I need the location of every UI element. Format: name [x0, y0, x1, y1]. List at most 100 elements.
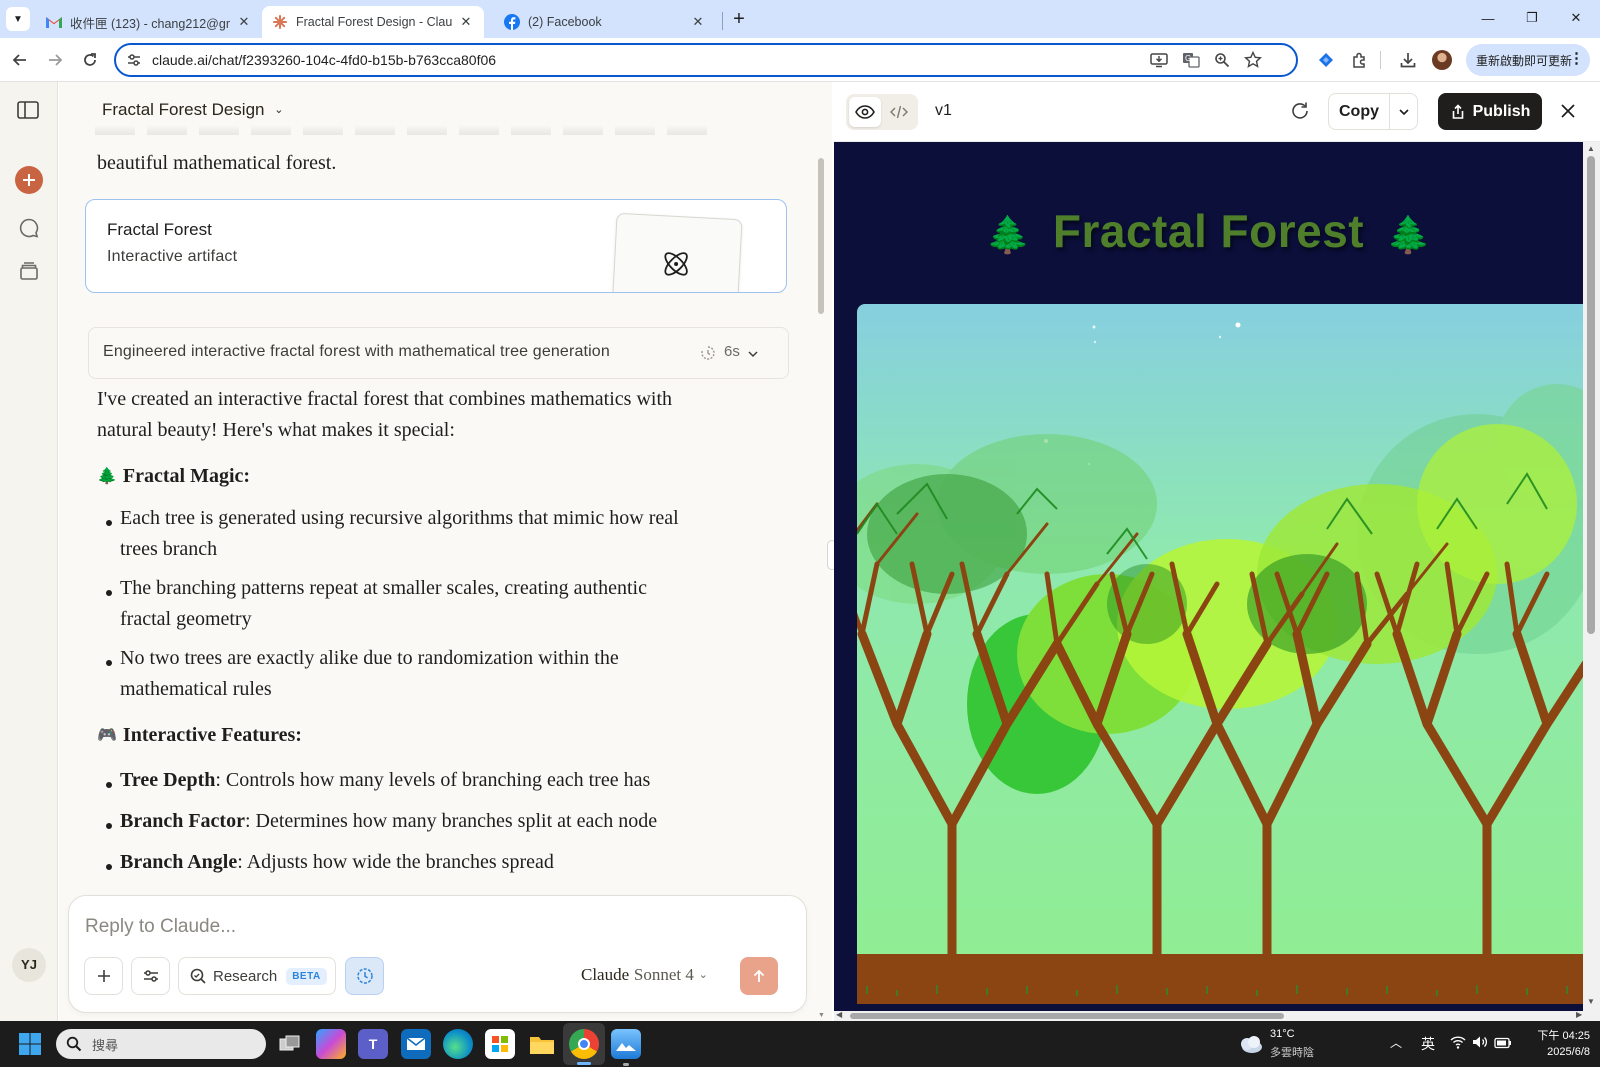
model-selector[interactable]: Claude Sonnet 4 ⌄ — [581, 965, 708, 985]
chat-scrollbar[interactable] — [818, 158, 824, 314]
weather-description: 多雲時陰 — [1270, 1047, 1314, 1059]
add-attachment-button[interactable] — [84, 957, 123, 995]
volume-icon[interactable] — [1472, 1035, 1488, 1054]
copy-button[interactable]: Copy — [1329, 94, 1389, 129]
ime-indicator[interactable]: 英 — [1421, 1034, 1435, 1054]
taskbar-search[interactable]: 搜尋 — [56, 1029, 266, 1059]
install-app-icon[interactable] — [1150, 52, 1168, 68]
scroll-up-arrow[interactable]: ▲ — [1587, 144, 1595, 153]
teams-icon[interactable]: T — [358, 1029, 388, 1059]
user-avatar[interactable]: YJ — [12, 948, 46, 982]
reload-button[interactable] — [76, 46, 104, 74]
extension-blue-icon[interactable] — [1312, 46, 1340, 74]
forest-title: 🌲 Fractal Forest 🌲 — [834, 204, 1583, 258]
close-artifact-button[interactable] — [1558, 101, 1580, 123]
bullet-dot — [106, 782, 112, 788]
show-hidden-icons[interactable]: ︿ — [1390, 1034, 1402, 1051]
publish-button[interactable]: Publish — [1438, 93, 1542, 130]
artifact-thumbnail — [611, 212, 743, 292]
preview-vertical-scrollbar[interactable]: ▲ ▼ — [1583, 142, 1600, 1011]
task-view-icon[interactable] — [275, 1029, 305, 1059]
minimize-button[interactable]: — — [1466, 0, 1510, 36]
battery-icon[interactable] — [1494, 1036, 1512, 1054]
chrome-center-dot — [578, 1038, 590, 1050]
artifact-version[interactable]: v1 — [935, 102, 952, 120]
file-explorer-icon[interactable] — [527, 1029, 557, 1059]
mail-icon[interactable] — [401, 1029, 431, 1059]
site-info-icon[interactable] — [126, 52, 142, 68]
chevron-down-icon: ⌄ — [698, 969, 708, 981]
artifact-preview-frame: 🌲 Fractal Forest 🌲 — [834, 142, 1583, 1011]
edge-icon[interactable] — [443, 1029, 473, 1059]
tab-facebook[interactable]: (2) Facebook ✕ — [494, 6, 716, 38]
send-button[interactable] — [740, 957, 778, 995]
projects-button[interactable] — [18, 260, 40, 282]
restore-button[interactable]: ❐ — [1510, 0, 1554, 36]
start-button[interactable] — [18, 1032, 42, 1056]
vertical-scroll-thumb[interactable] — [1587, 156, 1595, 634]
bullet-dot — [106, 590, 112, 596]
copilot-icon[interactable] — [316, 1029, 346, 1059]
faded-text-remnant — [95, 125, 715, 135]
model-brand: Claude — [581, 965, 630, 984]
update-restart-button[interactable]: 重新啟動即可更新 ⋮ — [1466, 44, 1590, 76]
artifact-panel: v1 Copy Publish 🌲 Fractal Forest 🌲 ▲ ▼ ◀… — [834, 82, 1600, 1021]
forest-canvas[interactable] — [857, 304, 1583, 1004]
bullet-3-line2: mathematical rules — [120, 678, 272, 700]
chats-button[interactable] — [18, 217, 40, 239]
research-button[interactable]: Research BETA — [178, 957, 336, 995]
chat-scroll-down-arrow[interactable]: ▼ — [818, 1012, 826, 1019]
photos-icon[interactable] — [611, 1029, 641, 1059]
chat-panel: Fractal Forest Design ⌄ beautiful mathem… — [59, 82, 832, 1021]
copy-options-button[interactable] — [1389, 94, 1417, 129]
chat-title-button[interactable]: Fractal Forest Design ⌄ — [102, 100, 283, 120]
chrome-icon[interactable] — [569, 1029, 599, 1059]
scroll-left-arrow[interactable]: ◀ — [836, 1010, 842, 1019]
translate-icon[interactable]: G — [1182, 52, 1200, 68]
store-icon[interactable] — [485, 1029, 515, 1059]
tools-button[interactable] — [131, 957, 170, 995]
game-controller-emoji-icon: 🎮 — [97, 727, 117, 744]
close-icon[interactable]: ✕ — [236, 14, 252, 30]
chat-title: Fractal Forest Design — [102, 100, 265, 119]
close-icon[interactable]: ✕ — [458, 14, 474, 30]
refresh-artifact-button[interactable] — [1289, 100, 1313, 124]
horizontal-scroll-thumb[interactable] — [850, 1013, 1284, 1019]
tab-search-button[interactable]: ▼ — [6, 7, 30, 31]
chevron-down-icon: ▼ — [13, 13, 23, 25]
reply-input[interactable]: Reply to Claude... — [85, 916, 785, 944]
thinking-summary[interactable]: Engineered interactive fractal forest wi… — [88, 327, 789, 379]
wifi-icon[interactable] — [1450, 1035, 1466, 1054]
weather-widget[interactable]: 31°C 多雲時陰 — [1238, 1027, 1338, 1061]
close-icon[interactable]: ✕ — [690, 14, 706, 30]
window-close-button[interactable]: ✕ — [1554, 0, 1598, 36]
toggle-sidebar-button[interactable] — [17, 101, 41, 123]
download-icon[interactable] — [1394, 46, 1422, 74]
zoom-icon[interactable] — [1214, 52, 1230, 68]
new-chat-button[interactable] — [15, 166, 43, 194]
preview-horizontal-scrollbar[interactable]: ◀ ▶ — [834, 1010, 1600, 1021]
more-menu-icon[interactable]: ⋮ — [1569, 48, 1584, 70]
intro-tail-text: beautiful mathematical forest. — [97, 152, 337, 174]
back-button[interactable] — [6, 46, 34, 74]
profile-avatar[interactable] — [1432, 50, 1452, 70]
new-tab-button[interactable]: + — [728, 6, 750, 32]
code-tab[interactable] — [883, 97, 915, 127]
bookmark-star-icon[interactable] — [1243, 50, 1263, 69]
url-text: claude.ai/chat/f2393260-104c-4fd0-b15b-b… — [152, 52, 497, 68]
scroll-down-arrow[interactable]: ▼ — [1587, 997, 1595, 1006]
tab-gmail[interactable]: 收件匣 (123) - chang212@gm ✕ — [36, 6, 262, 38]
extensions-puzzle-icon[interactable] — [1346, 46, 1374, 74]
address-bar[interactable]: claude.ai/chat/f2393260-104c-4fd0-b15b-b… — [114, 43, 1298, 77]
extended-thinking-button[interactable] — [345, 957, 384, 995]
preview-tab[interactable] — [849, 97, 881, 127]
forward-button[interactable] — [41, 46, 69, 74]
scroll-right-arrow[interactable]: ▶ — [1576, 1010, 1582, 1019]
chrome-active-indicator — [577, 1062, 591, 1065]
clock[interactable]: 下午 04:25 2025/6/8 — [1526, 1027, 1590, 1058]
update-label: 重新啟動即可更新 — [1476, 53, 1573, 68]
copy-button-group: Copy — [1328, 93, 1418, 130]
tab-claude[interactable]: Fractal Forest Design - Claude ✕ — [262, 6, 484, 38]
artifact-card[interactable]: Fractal Forest Interactive artifact — [85, 199, 787, 293]
search-icon — [66, 1036, 82, 1052]
